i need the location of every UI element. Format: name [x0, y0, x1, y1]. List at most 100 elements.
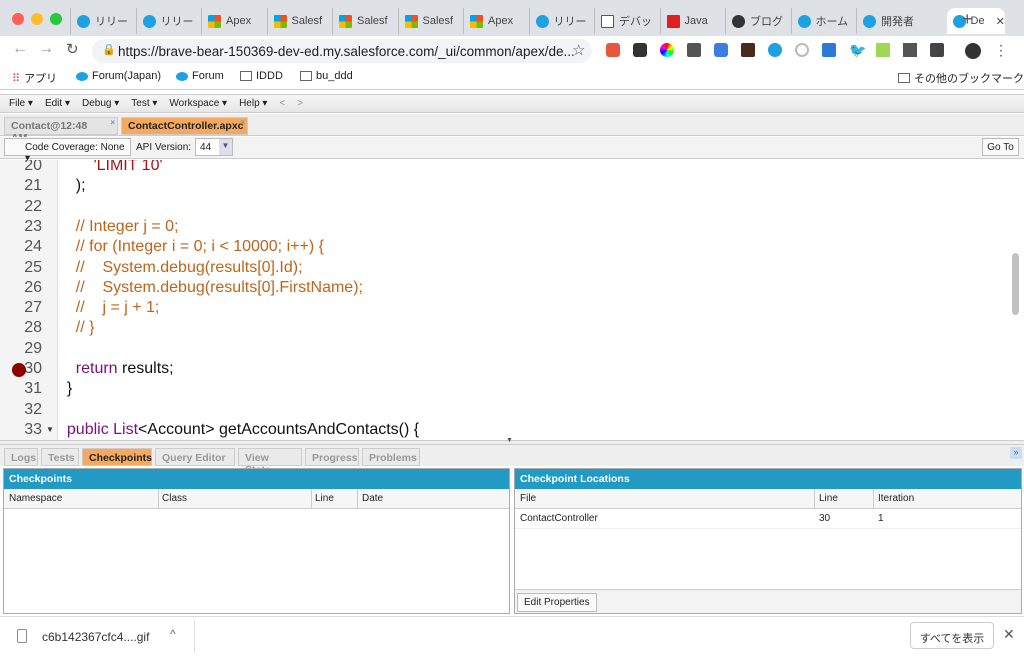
minimize-window-button[interactable] — [31, 13, 43, 25]
maximize-window-button[interactable] — [50, 13, 62, 25]
browser-tab[interactable]: リリー — [528, 8, 593, 34]
extension-icon[interactable] — [822, 43, 836, 57]
extension-icon[interactable] — [714, 43, 728, 57]
close-window-button[interactable] — [12, 13, 24, 25]
new-tab-button[interactable]: + — [962, 9, 973, 30]
column-header-line[interactable]: Line — [819, 493, 838, 504]
code-line[interactable]: return results; — [58, 360, 174, 378]
bookmark-forum[interactable]: Forum — [176, 70, 224, 82]
nav-back-icon[interactable]: < — [279, 98, 285, 109]
pocket-icon[interactable] — [633, 43, 647, 57]
code-line[interactable]: } — [58, 380, 72, 398]
chevron-up-icon[interactable]: ^ — [170, 627, 176, 641]
url-input[interactable]: 🔒 https://brave-bear-150369-dev-ed.my.sa… — [92, 39, 592, 63]
color-picker-icon[interactable] — [660, 43, 674, 57]
clipboard-icon[interactable] — [930, 43, 944, 57]
back-icon[interactable]: ← — [12, 40, 28, 58]
extension-icon[interactable] — [876, 43, 890, 57]
panel-tab-query-editor[interactable]: Query Editor — [155, 448, 235, 466]
browser-tab[interactable]: デバッ — [594, 8, 658, 34]
close-tab-icon[interactable]: ✕ — [996, 15, 1005, 28]
column-header-class[interactable]: Class — [162, 493, 187, 504]
column-header-iteration[interactable]: Iteration — [878, 493, 914, 504]
extension-icon[interactable] — [903, 43, 917, 57]
file-tab-contact-controller[interactable]: ContactController.apxc × — [121, 117, 248, 135]
browser-tab[interactable]: Salesf — [266, 8, 331, 34]
forward-icon[interactable]: → — [38, 40, 54, 58]
extensions-bar: 🐦 ⋮ — [606, 43, 1008, 59]
fold-icon[interactable]: ▼ — [46, 425, 54, 434]
column-header-namespace[interactable]: Namespace — [9, 493, 62, 504]
browser-tab[interactable]: リリー — [135, 8, 200, 34]
code-line[interactable]: // } — [58, 319, 95, 337]
browser-tab[interactable]: De ✕ — [946, 8, 1005, 34]
menu-test[interactable]: Test ▾ — [131, 98, 157, 109]
code-line[interactable]: // j = j + 1; — [58, 299, 160, 317]
code-line[interactable]: public List<Account> getAccountsAndConta… — [58, 421, 419, 439]
menu-file[interactable]: File ▾ — [9, 98, 33, 109]
editor-scrollbar[interactable] — [1012, 253, 1019, 315]
code-coverage-dropdown[interactable]: Code Coverage: None ▾ — [4, 138, 131, 164]
cat-icon[interactable] — [741, 43, 755, 57]
close-tab-icon[interactable]: × — [240, 118, 245, 127]
go-to-button[interactable]: Go To — [982, 138, 1019, 156]
panel-tab-problems[interactable]: Problems — [362, 448, 420, 466]
menu-debug[interactable]: Debug ▾ — [82, 98, 119, 109]
download-filename[interactable]: c6b142367cfc4....gif — [42, 630, 149, 644]
other-bookmarks[interactable]: その他のブックマーク — [898, 70, 1024, 86]
profile-avatar[interactable] — [965, 43, 981, 59]
extension-icon[interactable] — [606, 43, 620, 57]
tab-title: 開発者 — [881, 16, 914, 28]
salesforce-icon[interactable] — [768, 43, 782, 57]
column-header-line[interactable]: Line — [315, 493, 334, 504]
bookmark-star-icon[interactable]: ☆ — [572, 41, 585, 59]
browser-tab[interactable]: Java — [659, 8, 724, 34]
edit-properties-button[interactable]: Edit Properties — [517, 593, 597, 612]
code-line[interactable]: // Integer j = 0; — [58, 218, 179, 236]
collapse-arrow-icon[interactable]: ▼ — [506, 437, 513, 444]
bookmark-apps[interactable]: ⠿ アプリ — [12, 70, 57, 86]
browser-tab[interactable]: Salesf — [332, 8, 396, 34]
bookmark-iddd[interactable]: IDDD — [240, 70, 283, 82]
column-header-file[interactable]: File — [520, 493, 536, 504]
panel-tab-logs[interactable]: Logs — [4, 448, 38, 466]
browser-tab[interactable]: リリー — [70, 8, 134, 34]
browser-tab[interactable]: Salesf — [397, 8, 462, 34]
menu-edit[interactable]: Edit ▾ — [45, 98, 70, 109]
api-version-select[interactable]: 44 ▼ — [195, 138, 233, 156]
show-all-downloads-button[interactable]: すべてを表示 — [910, 622, 994, 649]
bookmark-bu-ddd[interactable]: bu_ddd — [300, 70, 353, 82]
menu-workspace[interactable]: Workspace ▾ — [169, 98, 227, 109]
code-line[interactable]: // for (Integer i = 0; i < 10000; i++) { — [58, 238, 324, 256]
close-icon[interactable]: ✕ — [1003, 626, 1015, 643]
code-editor[interactable]: 20 21 22 23 24 25 26 27 28 29 30 31 32 33 ▼ 'LIMIT 10'… — [0, 160, 1024, 440]
twitter-icon[interactable]: 🐦 — [849, 43, 866, 57]
browser-tab[interactable]: Apex — [201, 8, 265, 34]
column-header-date[interactable]: Date — [362, 493, 383, 504]
close-tab-icon[interactable]: × — [110, 118, 115, 127]
code-line[interactable]: // System.debug(results[0].FirstName); — [58, 279, 363, 297]
panel-tab-view-state[interactable]: View State — [238, 448, 302, 476]
panel-tab-tests[interactable]: Tests — [41, 448, 79, 466]
timer-icon[interactable] — [795, 43, 809, 57]
clipboard-icon[interactable] — [687, 43, 701, 57]
browser-tab[interactable]: 開発者 — [856, 8, 920, 34]
file-tab-contact-log[interactable]: Contact@12:48 AM× — [4, 117, 118, 144]
browser-tab[interactable]: ホーム — [790, 8, 855, 34]
code-line[interactable]: ); — [58, 177, 86, 195]
browser-tab[interactable]: Apex — [463, 8, 527, 34]
reload-icon[interactable]: ↻ — [66, 40, 79, 58]
nav-forward-icon[interactable]: > — [297, 98, 303, 109]
bookmark-label: Forum(Japan) — [92, 70, 162, 82]
table-row[interactable]: ContactController 30 1 — [515, 509, 1021, 529]
collapse-panel-icon[interactable]: » — [1010, 447, 1022, 459]
bookmark-forum-japan[interactable]: Forum(Japan) — [76, 70, 161, 82]
browser-tab[interactable]: ブログ — [725, 8, 789, 34]
panel-tab-progress[interactable]: Progress — [305, 448, 359, 466]
breakpoint-marker[interactable] — [12, 363, 26, 377]
code-line[interactable]: // System.debug(results[0].Id); — [58, 259, 303, 277]
panel-tab-checkpoints[interactable]: Checkpoints — [82, 448, 152, 466]
menu-help[interactable]: Help ▾ — [239, 98, 267, 109]
more-menu-icon[interactable]: ⋮ — [994, 43, 1008, 59]
code-line[interactable]: 'LIMIT 10' — [58, 160, 163, 175]
